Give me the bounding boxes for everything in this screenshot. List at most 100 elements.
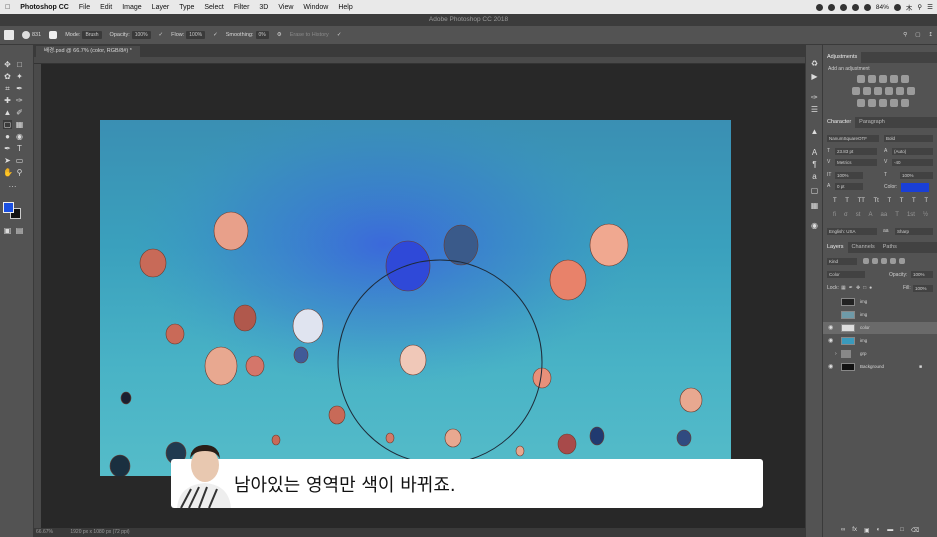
photo-filter-icon[interactable] — [884, 87, 893, 95]
superscript-button[interactable]: T — [887, 198, 891, 207]
glyphs-panel-icon[interactable]: a — [810, 172, 819, 181]
zoom-level[interactable]: 66.67% — [36, 529, 53, 535]
fractions-button[interactable]: 1st — [907, 212, 915, 221]
faux-bold-button[interactable]: T — [833, 198, 837, 207]
underline-button[interactable]: T — [912, 198, 916, 207]
gear-icon[interactable]: ⚙ — [273, 32, 286, 38]
hue-saturation-icon[interactable] — [851, 87, 860, 95]
shape-tool-icon[interactable]: ▭ — [15, 156, 24, 165]
tab-channels[interactable]: Channels — [848, 242, 879, 253]
horizontal-scale-field[interactable]: 100% — [900, 172, 933, 179]
text-color-swatch[interactable] — [901, 183, 929, 192]
layer-row-selected[interactable]: ◉ color — [823, 322, 937, 334]
brush-tool-icon[interactable]: ✑ — [15, 96, 24, 105]
eraser-tool-icon[interactable] — [0, 30, 18, 40]
history-brush-tool-icon[interactable]: ✐ — [15, 108, 24, 117]
eye-icon[interactable]: ◉ — [828, 322, 833, 334]
history-panel-icon[interactable]: ♻ — [810, 59, 819, 68]
apple-icon[interactable]:  — [0, 4, 15, 11]
old-style-button[interactable]: σ — [844, 212, 848, 221]
lock-paint-icon[interactable]: ✒ — [849, 285, 853, 292]
lock-pixels-icon[interactable]: ▦ — [841, 285, 846, 292]
new-group-icon[interactable]: ▬ — [887, 527, 893, 535]
language-select[interactable]: English: USA — [827, 228, 877, 235]
messages-icon[interactable] — [827, 3, 835, 11]
battery-percent[interactable]: 84% — [876, 4, 889, 11]
record-icon[interactable] — [815, 3, 823, 11]
more-tools-icon[interactable]: ··· — [8, 182, 17, 191]
quick-select-tool-icon[interactable]: ✦ — [15, 72, 24, 81]
gradient-map-icon[interactable] — [890, 99, 898, 107]
swash-button[interactable]: st — [856, 212, 861, 221]
menu-list-icon[interactable]: ☰ — [927, 3, 933, 11]
fraction-button[interactable]: ½ — [923, 212, 928, 221]
shape-filter-icon[interactable] — [890, 258, 896, 264]
menu-window[interactable]: Window — [298, 4, 333, 11]
menu-help[interactable]: Help — [333, 4, 357, 11]
brush-settings-icon[interactable] — [45, 31, 61, 39]
levels-icon[interactable] — [868, 75, 876, 83]
antialias-select[interactable]: Sharp — [895, 228, 933, 235]
kerning-field[interactable]: Metrics — [835, 159, 877, 166]
stylistic-button[interactable]: A — [868, 212, 872, 221]
tab-adjustments[interactable]: Adjustments — [823, 52, 862, 63]
font-style-select[interactable]: Bold — [884, 135, 933, 142]
layer-filter-select[interactable]: Kind — [827, 258, 857, 265]
tab-character[interactable]: Character — [823, 117, 856, 128]
mode-select[interactable]: Brush — [82, 31, 102, 39]
eraser-tool-icon[interactable]: ▢ — [3, 120, 12, 129]
all-caps-button[interactable]: TT — [858, 198, 865, 207]
menu-type[interactable]: Type — [174, 4, 199, 11]
type-filter-icon[interactable] — [881, 258, 887, 264]
layer-row[interactable]: img — [823, 309, 937, 321]
quick-mask-icon[interactable]: ▣ — [3, 226, 12, 235]
blur-tool-icon[interactable]: ● — [3, 132, 12, 141]
curves-icon[interactable] — [879, 75, 887, 83]
character-panel-icon[interactable]: A — [810, 148, 819, 157]
zoom-tool-icon[interactable]: ⚲ — [15, 168, 24, 177]
fx-icon[interactable]: fx — [852, 527, 857, 535]
blend-mode-select[interactable]: Color — [827, 271, 865, 278]
document-image[interactable] — [100, 120, 731, 476]
wifi-icon[interactable] — [851, 3, 859, 11]
libraries-panel-icon[interactable]: ▦ — [810, 201, 819, 210]
color-balance-icon[interactable] — [862, 87, 871, 95]
add-mask-icon[interactable]: ▣ — [864, 527, 870, 535]
tab-paths[interactable]: Paths — [879, 242, 901, 253]
move-tool-icon[interactable]: ✥ — [3, 60, 12, 69]
search-icon[interactable]: ⚲ — [899, 32, 911, 38]
foreground-color-swatch[interactable] — [3, 202, 14, 213]
vibrance-icon[interactable] — [901, 75, 909, 83]
menu-image[interactable]: Image — [117, 4, 146, 11]
battery-icon[interactable] — [893, 3, 901, 11]
document-info[interactable]: 1920 px x 1080 px (72 ppi) — [70, 529, 129, 535]
group-chevron-icon[interactable]: › — [835, 348, 837, 360]
dodge-tool-icon[interactable]: ◉ — [15, 132, 24, 141]
adjustment-filter-icon[interactable] — [872, 258, 878, 264]
faux-italic-button[interactable]: T — [845, 198, 849, 207]
path-select-tool-icon[interactable]: ➤ — [3, 156, 12, 165]
workspace-icon[interactable]: ▢ — [911, 32, 924, 38]
lock-artboard-icon[interactable]: □ — [863, 285, 866, 292]
flow-field[interactable]: 100% — [186, 31, 206, 39]
screen-mode-icon[interactable]: ▤ — [15, 226, 24, 235]
channel-mixer-icon[interactable] — [895, 87, 904, 95]
menu-filter[interactable]: Filter — [229, 4, 255, 11]
color-lookup-icon[interactable] — [906, 87, 915, 95]
airbrush-icon[interactable]: ✓ — [209, 32, 222, 38]
document-tab[interactable]: 배경.psd @ 66.7% (color, RGB/8#) * — [36, 46, 140, 57]
ligatures-button[interactable]: fi — [833, 212, 836, 221]
tab-paragraph[interactable]: Paragraph — [855, 117, 889, 128]
layer-fill-field[interactable]: 100% — [913, 285, 933, 292]
erase-to-history-checkbox[interactable]: Erase to History — [290, 32, 329, 38]
crop-tool-icon[interactable]: ⌗ — [3, 84, 12, 93]
actions-panel-icon[interactable]: ▶ — [810, 72, 819, 81]
gradient-tool-icon[interactable]: ▦ — [15, 120, 24, 129]
tracking-field[interactable]: -40 — [892, 159, 933, 166]
layer-row[interactable]: › grp — [823, 348, 937, 360]
marquee-tool-icon[interactable]: □ — [15, 60, 24, 69]
brushes-panel-icon[interactable]: ✑ — [810, 93, 819, 102]
invert-icon[interactable] — [857, 99, 865, 107]
ordinals-button[interactable]: T — [895, 212, 899, 221]
clock[interactable]: 木 — [906, 2, 913, 12]
